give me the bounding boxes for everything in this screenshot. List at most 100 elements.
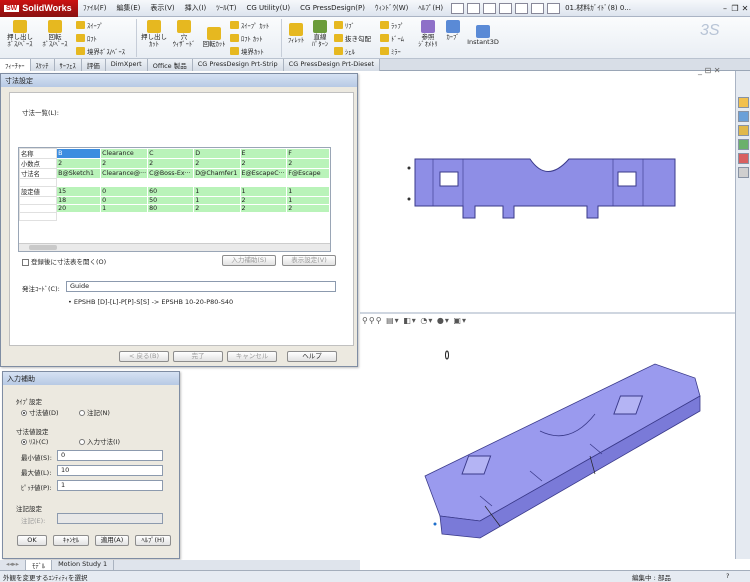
table-cell[interactable]: 2 bbox=[147, 158, 195, 169]
revolve-cut-button[interactable]: 回転ｶｯﾄ bbox=[199, 27, 229, 48]
table-cell[interactable]: E bbox=[239, 148, 288, 159]
table-cell[interactable]: D@Chamfer1 bbox=[193, 168, 241, 179]
dimension-grid[interactable]: 名称 B Clearance C D E F 小数点 2 2 2 2 2 2 寸法名 B@Sketch1 Cle… bbox=[18, 147, 331, 252]
table-row[interactable]: 18 0 50 1 2 1 bbox=[19, 196, 330, 205]
tab-scroll-arrows-icon[interactable]: ◂◂▸▸ bbox=[0, 560, 27, 570]
table-cell[interactable] bbox=[239, 178, 288, 187]
max-input[interactable]: 10 bbox=[57, 465, 163, 476]
viewport-splitter[interactable] bbox=[360, 312, 735, 314]
save-icon[interactable] bbox=[483, 2, 497, 14]
table-cell[interactable] bbox=[286, 178, 330, 187]
menu-cg-pressdesign[interactable]: CG PressDesign(P) bbox=[295, 4, 370, 12]
menu-cg-utility[interactable]: CG Utility(U) bbox=[241, 4, 295, 12]
mirror-button[interactable]: ﾐﾗｰ bbox=[380, 46, 401, 56]
app-logo[interactable]: SW SolidWorks bbox=[0, 0, 78, 17]
folder-icon[interactable] bbox=[738, 125, 749, 136]
menu-window[interactable]: ｳｨﾝﾄﾞｳ(W) bbox=[370, 3, 413, 13]
menu-tools[interactable]: ﾂｰﾙ(T) bbox=[211, 3, 241, 13]
val-list-radio[interactable]: ﾘｽﾄ(C) bbox=[21, 436, 48, 446]
viewport-controls[interactable]: _ ⊟ ✕ bbox=[698, 66, 721, 75]
tab-cg-strip[interactable]: CG PressDesign Prt-Strip bbox=[192, 59, 284, 71]
radio-dot[interactable] bbox=[79, 410, 85, 416]
table-cell[interactable]: F bbox=[286, 148, 330, 159]
table-cell[interactable]: 1 bbox=[193, 196, 241, 205]
tab-sketch[interactable]: ｽｹｯﾁ bbox=[30, 59, 55, 71]
sweep-button[interactable]: ｽｲｰﾌﾟ bbox=[76, 20, 103, 30]
table-row[interactable] bbox=[19, 212, 330, 221]
part-top-view[interactable] bbox=[405, 156, 685, 226]
type-dim-radio[interactable]: 寸法値(D) bbox=[21, 407, 59, 417]
tab-features[interactable]: ﾌｨｰﾁｬｰ bbox=[0, 59, 31, 71]
table-cell[interactable]: Clearance@··· bbox=[100, 168, 149, 179]
part-iso-view[interactable] bbox=[420, 356, 720, 556]
display-settings-button[interactable]: 表示設定(V) bbox=[282, 255, 336, 266]
radio-dot[interactable] bbox=[79, 439, 85, 445]
print-icon[interactable] bbox=[499, 2, 513, 14]
tab-motion-study[interactable]: Motion Study 1 bbox=[52, 560, 115, 570]
table-cell[interactable]: 2 bbox=[193, 158, 241, 169]
type-note-radio[interactable]: 注記(N) bbox=[79, 407, 110, 417]
table-cell[interactable]: 2 bbox=[100, 158, 149, 169]
table-cell[interactable]: 60 bbox=[147, 186, 195, 197]
sweep-cut-button[interactable]: ｽｲｰﾌﾟ ｶｯﾄ bbox=[230, 20, 269, 30]
table-cell[interactable] bbox=[286, 212, 330, 221]
table-cell[interactable]: 1 bbox=[286, 186, 330, 197]
val-input-radio[interactable]: 入力寸法(I) bbox=[79, 436, 120, 446]
table-cell[interactable] bbox=[56, 212, 102, 221]
tab-surfaces[interactable]: ｻｰﾌｪｽ bbox=[54, 59, 82, 71]
boundary-cut-button[interactable]: 境界ｶｯﾄ bbox=[230, 46, 264, 56]
table-cell[interactable]: D bbox=[193, 148, 241, 159]
table-cell[interactable]: 2 bbox=[239, 204, 288, 213]
table-cell[interactable]: 1 bbox=[193, 186, 241, 197]
table-cell[interactable]: B bbox=[56, 148, 102, 159]
new-document-icon[interactable] bbox=[451, 2, 465, 14]
table-cell[interactable]: C@Boss-Ex··· bbox=[147, 168, 195, 179]
table-row[interactable] bbox=[19, 178, 330, 187]
scrollbar-thumb[interactable] bbox=[29, 245, 57, 250]
dome-button[interactable]: ﾄﾞｰﾑ bbox=[380, 33, 404, 43]
table-cell[interactable]: 20 bbox=[56, 204, 102, 213]
tab-evaluate[interactable]: 評価 bbox=[81, 59, 106, 71]
reference-geometry-button[interactable]: 参照 ｼﾞｵﾒﾄﾘ bbox=[414, 20, 442, 48]
tab-office[interactable]: Office 製品 bbox=[147, 59, 193, 71]
table-cell[interactable]: F@Escape bbox=[286, 168, 330, 179]
home-icon[interactable] bbox=[738, 97, 749, 108]
loft-cut-button[interactable]: ﾛﾌﾄ ｶｯﾄ bbox=[230, 33, 263, 43]
table-cell[interactable] bbox=[56, 178, 102, 187]
loft-button[interactable]: ﾛﾌﾄ bbox=[76, 33, 97, 43]
help-button[interactable]: ヘルプ bbox=[287, 351, 337, 362]
assist-cancel-button[interactable]: ｷｬﾝｾﾙ bbox=[53, 535, 89, 546]
draft-button[interactable]: 抜き勾配 bbox=[334, 33, 371, 43]
table-cell[interactable]: C bbox=[147, 148, 195, 159]
table-row[interactable]: 寸法名 B@Sketch1 Clearance@··· C@Boss-Ex··· D@C… bbox=[19, 168, 330, 179]
instant3d-button[interactable]: Instant3D bbox=[466, 25, 500, 46]
resources-icon[interactable] bbox=[738, 111, 749, 122]
undo-icon[interactable] bbox=[515, 2, 529, 14]
radio-dot[interactable] bbox=[21, 410, 27, 416]
table-cell[interactable] bbox=[100, 178, 149, 187]
cancel-button[interactable]: キャンセル bbox=[227, 351, 277, 362]
horizontal-scrollbar[interactable] bbox=[19, 243, 330, 251]
appearances-icon[interactable] bbox=[738, 153, 749, 164]
table-cell[interactable]: 2 bbox=[239, 196, 288, 205]
note-input[interactable] bbox=[57, 513, 163, 524]
close-icon[interactable]: ✕ bbox=[740, 4, 750, 13]
fillet-button[interactable]: ﾌｨﾚｯﾄ bbox=[284, 23, 308, 44]
explorer-icon[interactable] bbox=[738, 139, 749, 150]
tab-cg-dieset[interactable]: CG PressDesign Prt-Dieset bbox=[283, 59, 381, 71]
table-row[interactable]: 名称 B Clearance C D E F bbox=[19, 148, 330, 159]
table-cell[interactable]: 2 bbox=[193, 204, 241, 213]
table-cell[interactable]: 15 bbox=[56, 186, 102, 197]
table-cell[interactable]: E@EscapeC··· bbox=[239, 168, 288, 179]
table-row[interactable]: 小数点 2 2 2 2 2 2 bbox=[19, 158, 330, 169]
menu-view[interactable]: 表示(V) bbox=[145, 3, 179, 13]
table-cell[interactable]: 18 bbox=[56, 196, 102, 205]
shell-button[interactable]: ｼｪﾙ bbox=[334, 46, 355, 56]
minimize-icon[interactable]: – bbox=[720, 4, 730, 13]
menu-help[interactable]: ﾍﾙﾌﾟ(H) bbox=[413, 3, 448, 13]
radio-dot[interactable] bbox=[21, 439, 27, 445]
min-input[interactable]: 0 bbox=[57, 450, 163, 461]
wrap-button[interactable]: ﾗｯﾌﾟ bbox=[380, 20, 404, 30]
tab-dimxpert[interactable]: DimXpert bbox=[105, 59, 148, 71]
table-cell[interactable]: 50 bbox=[147, 196, 195, 205]
